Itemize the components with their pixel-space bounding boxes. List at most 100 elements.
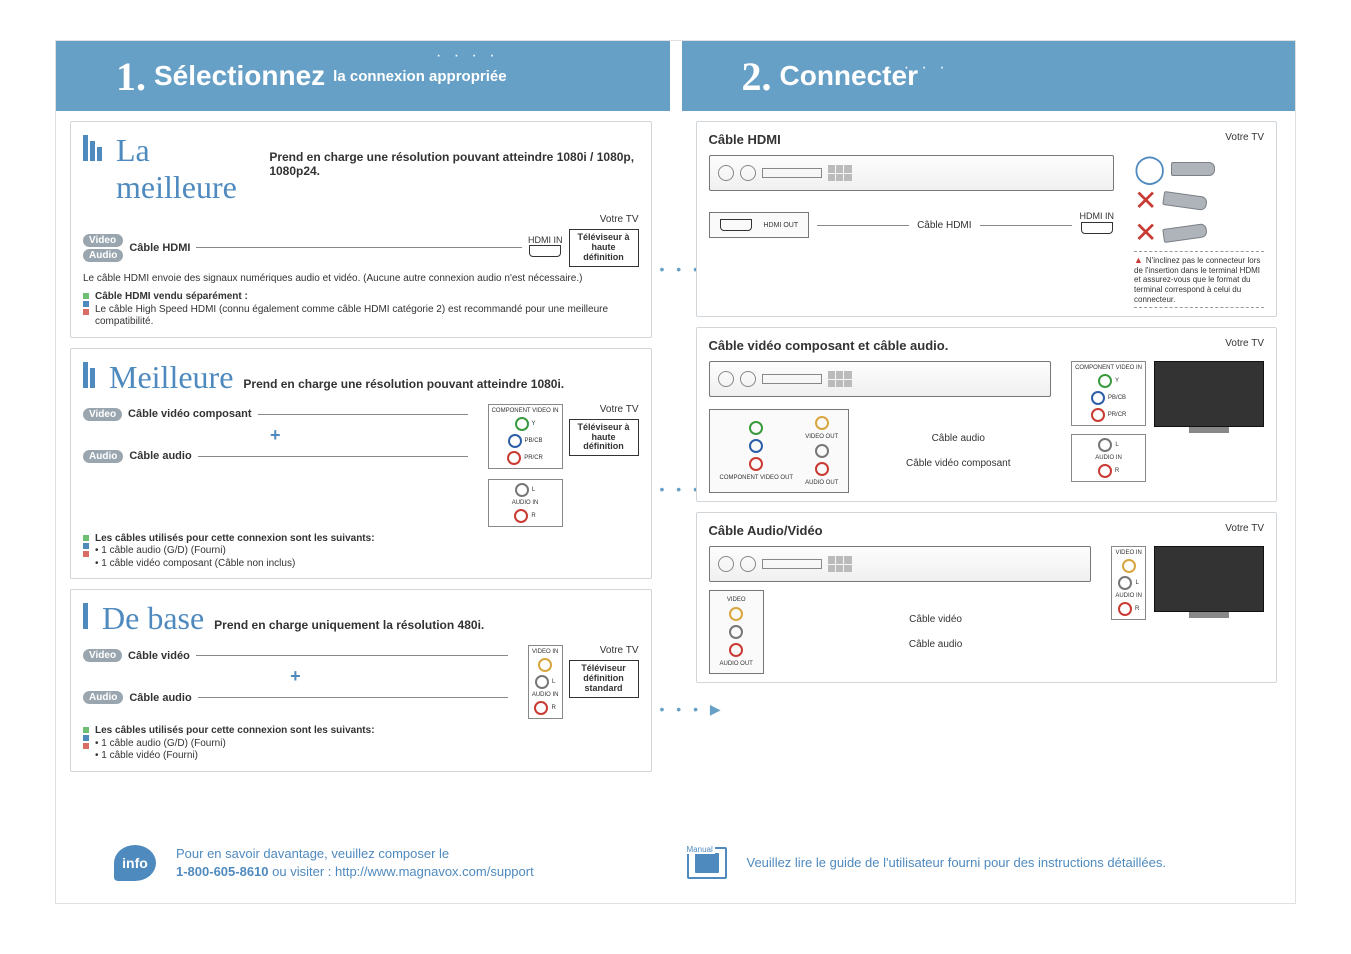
- audio-out-label: AUDIO OUT: [805, 480, 838, 486]
- note2-text: Le câble High Speed HDMI (connu égalemen…: [95, 304, 608, 328]
- video-cable-label: Câble vidéo: [128, 650, 190, 662]
- video-out-label: VIDEO OUT: [805, 434, 838, 440]
- hdmi-out-label: HDMI OUT: [764, 222, 799, 229]
- hdmi-port-icon: [720, 219, 752, 231]
- jack-video-icon: [729, 607, 743, 621]
- audio-in-label: AUDIO IN: [1115, 593, 1142, 599]
- left-column: La meilleure Prend en charge une résolut…: [56, 111, 670, 806]
- your-tv-label: Votre TV: [83, 214, 639, 225]
- basic-diagram: Video Câble vidéo + Audio Câble audio: [83, 645, 639, 719]
- x-icon: ✕: [1134, 187, 1157, 215]
- content-columns: • • • ▶ • • • ▶ • • • ▶ La meilleure Pre…: [56, 111, 1295, 806]
- hdmi-head: Câble HDMI: [709, 132, 781, 147]
- color-dots-icon: [83, 291, 89, 329]
- basic-note-title: Les câbles utilisés pour cette connexion…: [95, 725, 375, 736]
- tv-box: Téléviseur à haute définition: [569, 419, 639, 457]
- step1-subtitle: la connexion appropriée: [333, 68, 506, 85]
- cable-line: [198, 697, 508, 698]
- tv-box: Téléviseur à haute définition: [569, 229, 639, 267]
- jack-r-icon: [1098, 464, 1112, 478]
- step2-number: 2.: [742, 53, 772, 100]
- player-back-av: VIDEO AUDIO OUT: [709, 590, 764, 674]
- better-note-l2: • 1 câble vidéo composant (Câble non inc…: [95, 558, 295, 569]
- cable-line: [196, 655, 508, 656]
- audio-out-label: AUDIO OUT: [720, 661, 753, 667]
- sprinkle-icon: · · · ·: [886, 59, 949, 77]
- hdmi-port-icon: [1081, 222, 1113, 234]
- l-label: L: [1135, 580, 1138, 586]
- video-pill: Video: [83, 649, 122, 662]
- your-tv-label: Votre TV: [569, 645, 639, 656]
- pr-label: PR/CR: [524, 455, 543, 461]
- jack-video-icon: [1122, 559, 1136, 573]
- av-in-jacks: VIDEO IN L AUDIO IN R: [528, 645, 563, 719]
- step2-header: 2. Connecter: [682, 41, 1296, 111]
- your-tv-label: Votre TV: [1225, 132, 1264, 155]
- jack-l-icon: [535, 675, 549, 689]
- component-cable-label: Câble vidéo composant: [865, 458, 1051, 469]
- audio-in-jacks: L AUDIO IN R: [488, 479, 563, 527]
- r-label: R: [531, 513, 535, 519]
- orientation-ok: ◯: [1134, 155, 1264, 183]
- plus-icon: +: [83, 666, 508, 687]
- manual-icon-wrap: Manual: [687, 847, 727, 879]
- basic-note-l1: • 1 câble audio (G/D) (Fourni): [95, 738, 226, 749]
- jack-pr-icon: [1091, 408, 1105, 422]
- best-title: La meilleure: [116, 132, 259, 206]
- video-cable-label: Câble vidéo: [780, 614, 1091, 625]
- phone-number: 1-800-605-8610: [176, 864, 269, 879]
- player-front-icon: [709, 546, 1092, 582]
- better-title: Meilleure: [109, 359, 233, 396]
- visit-text: ou visiter : http://www.magnavox.com/sup…: [269, 864, 534, 879]
- component-in-jacks: COMPONENT VIDEO IN Y PB/CB PR/CR: [488, 404, 563, 469]
- basic-note-l2: • 1 câble vidéo (Fourni): [95, 750, 198, 761]
- your-tv-label: Votre TV: [1225, 523, 1264, 546]
- audio-in-label: AUDIO IN: [532, 692, 559, 698]
- sprinkle-icon: · · · ·: [436, 47, 499, 65]
- footer-left: Pour en savoir davantage, veuillez compo…: [176, 845, 667, 881]
- av-head: Câble Audio/Vidéo: [709, 523, 823, 538]
- page: 1. Sélectionnez la connexion appropriée …: [0, 0, 1351, 954]
- audio-pill: Audio: [83, 450, 123, 463]
- cable-line: [817, 225, 909, 226]
- player-front-icon: [709, 155, 1115, 191]
- jack-l-icon: [515, 483, 529, 497]
- cable-label: Câble HDMI: [917, 220, 971, 231]
- audio-cable-label: Câble audio: [129, 692, 191, 704]
- jack-r-icon: [514, 509, 528, 523]
- better-diagram: Video Câble vidéo composant + Audio Câbl…: [83, 404, 639, 527]
- audio-in-label: AUDIO IN: [1095, 455, 1122, 461]
- basic-titlebar: De base Prend en charge uniquement la ré…: [83, 600, 639, 637]
- quality-bars-3-icon: [83, 135, 102, 161]
- jack-pr-icon: [507, 451, 521, 465]
- footer: info Pour en savoir davantage, veuillez …: [114, 845, 1237, 881]
- header: 1. Sélectionnez la connexion appropriée …: [56, 41, 1295, 111]
- section-best: La meilleure Prend en charge une résolut…: [70, 121, 652, 338]
- right-column: Câble HDMI Votre TV: [682, 111, 1296, 806]
- cable-line: [198, 456, 468, 457]
- arrow-icon: • • • ▶: [660, 701, 725, 718]
- manual-text: Veuillez lire le guide de l'utilisateur …: [747, 855, 1238, 870]
- info-icon: info: [114, 845, 156, 881]
- tv-icon: [1154, 361, 1264, 433]
- jack-pb-icon: [508, 434, 522, 448]
- hdmi-port-icon: [529, 245, 561, 257]
- video-in-label: VIDEO IN: [532, 649, 558, 655]
- video-label: VIDEO: [727, 597, 746, 603]
- color-dots-icon: [83, 533, 89, 571]
- document-frame: 1. Sélectionnez la connexion appropriée …: [55, 40, 1296, 904]
- note2-title: Câble HDMI vendu séparément :: [95, 291, 248, 302]
- plus-icon: +: [83, 425, 468, 446]
- section-basic: De base Prend en charge uniquement la ré…: [70, 589, 652, 772]
- hdmi-plug-icon: [1163, 191, 1209, 211]
- player-front-icon: [709, 361, 1052, 397]
- circle-icon: ◯: [1134, 155, 1165, 183]
- y-label: Y: [532, 421, 536, 427]
- step1-number: 1.: [116, 53, 146, 100]
- basic-subtitle: Prend en charge uniquement la résolution…: [214, 618, 484, 632]
- tv-audio-in: L AUDIO IN R: [1071, 434, 1146, 482]
- component-head: Câble vidéo composant et câble audio.: [709, 338, 949, 353]
- tv-component-in: COMPONENT VIDEO IN Y PB/CB PR/CR: [1071, 361, 1146, 426]
- best-titlebar: La meilleure Prend en charge une résolut…: [83, 132, 639, 206]
- jack-video-icon: [815, 416, 829, 430]
